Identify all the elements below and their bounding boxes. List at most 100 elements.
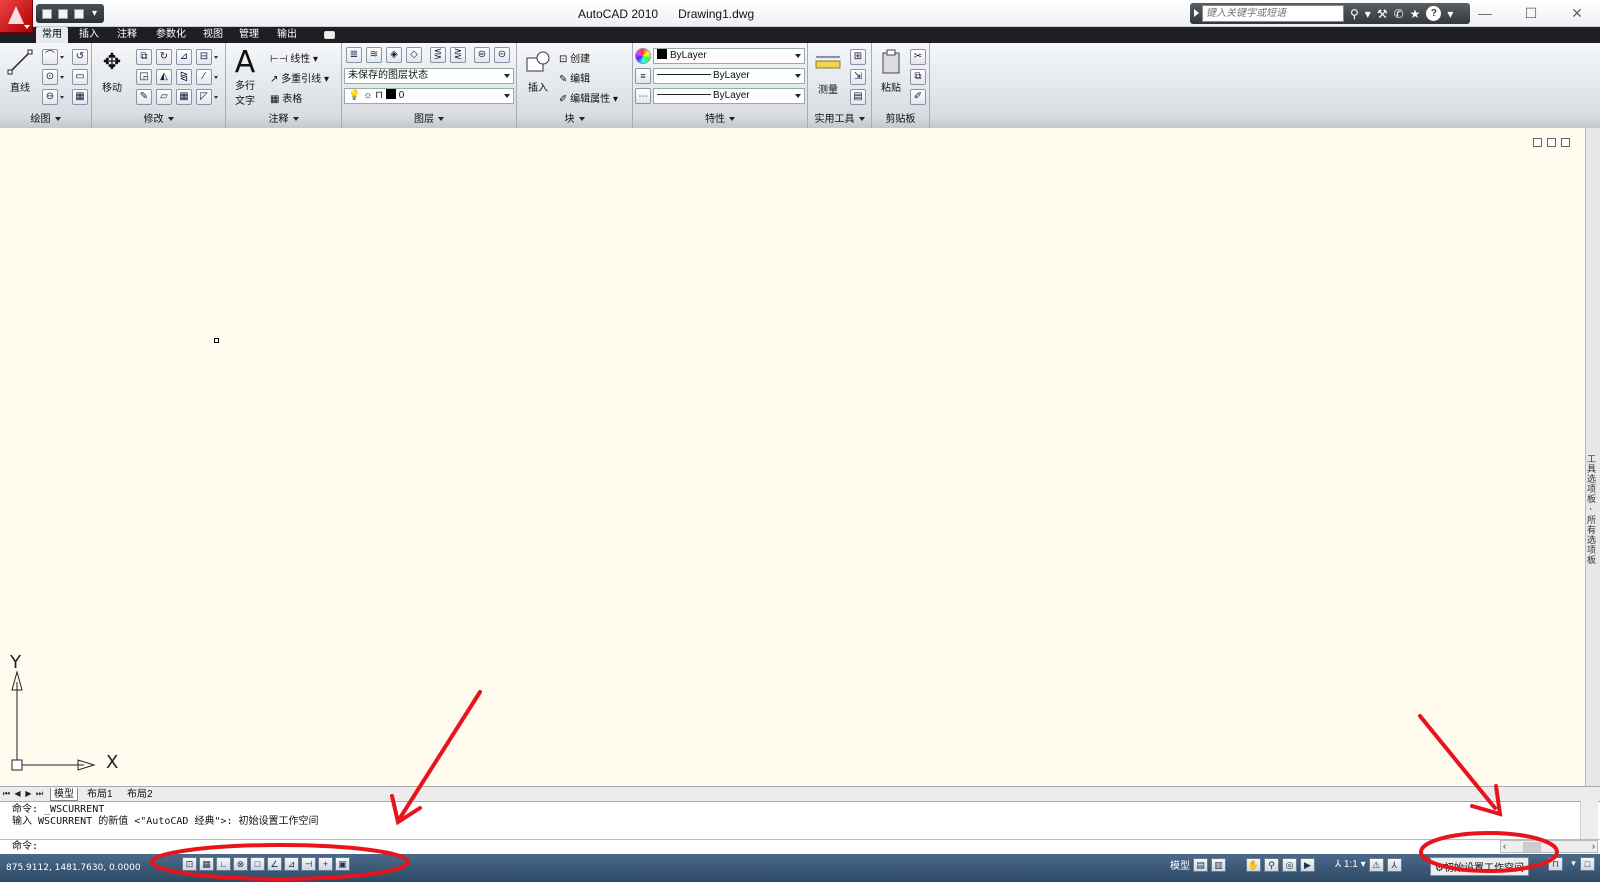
showmotion-button[interactable]: ▶ (1300, 857, 1315, 872)
rectangle-button[interactable]: ▭ (72, 69, 88, 85)
coordinate-readout[interactable]: 875.9112, 1481.7630, 0.0000 (6, 863, 141, 873)
scale-button[interactable]: ◲ (136, 69, 152, 85)
edit-attributes-button[interactable]: ✐ 编辑属性 ▾ (559, 90, 618, 105)
doc-close-button[interactable] (1561, 138, 1570, 147)
ortho-mode-button[interactable]: ∟ (216, 857, 231, 871)
favorites-star-icon[interactable]: ★ (1410, 7, 1421, 21)
color-combo[interactable]: ByLayer (653, 48, 805, 64)
doc-restore-button[interactable] (1547, 138, 1556, 147)
tab-parametric[interactable]: 参数化 (150, 27, 192, 43)
layer-properties-button[interactable]: ≣ (346, 47, 362, 63)
last-layout-button[interactable]: ⏭ (35, 789, 44, 799)
rotate-button[interactable]: ↻ (156, 49, 172, 65)
layer-off-button[interactable]: ⊝ (494, 47, 510, 63)
explode-button[interactable]: ⁄ (196, 69, 218, 85)
model-space-label[interactable]: 模型 (1170, 857, 1190, 872)
panel-draw-title[interactable]: 绘图 (0, 111, 91, 128)
close-button[interactable]: ✕ (1554, 0, 1600, 26)
auto-scale-button[interactable]: ⅄ (1386, 857, 1402, 872)
chevron-down-icon[interactable]: ▾ (1365, 7, 1371, 21)
workspace-switching-button[interactable]: ⚙初始设置工作空间 (1430, 857, 1529, 876)
cut-button[interactable]: ✂ (910, 49, 926, 65)
stretch-button[interactable]: ◭ (156, 69, 172, 85)
quick-properties-button[interactable]: ▣ (335, 857, 350, 871)
tab-home[interactable]: 常用 (36, 27, 68, 43)
color-wheel-icon[interactable] (635, 48, 651, 64)
command-history-scrollbar[interactable] (1580, 801, 1598, 839)
prev-layout-button[interactable]: ◀ (13, 789, 22, 799)
multiline-text-button[interactable]: A 多行 文字 (230, 45, 260, 108)
communication-center-icon[interactable]: ✆ (1394, 7, 1404, 21)
multileader-button[interactable]: ↗ 多重引线 ▾ (270, 70, 329, 85)
qat-dropdown-button[interactable]: ▾ (88, 8, 101, 20)
line-button[interactable]: 直线 (4, 47, 36, 94)
quick-view-drawings-button[interactable]: ▥ (1211, 857, 1226, 872)
expand-arrow-icon[interactable] (1194, 9, 1199, 17)
open-file-button[interactable] (56, 8, 69, 20)
tab-annotate[interactable]: 注释 (112, 27, 142, 43)
tab-output[interactable]: 输出 (272, 27, 302, 43)
select-similar-button[interactable]: ⇲ (850, 69, 866, 85)
layer-match-button[interactable]: ⋚ (430, 47, 446, 63)
create-block-button[interactable]: ⊡ 创建 (559, 50, 590, 65)
panel-properties-title[interactable]: 特性 (633, 111, 807, 128)
maximize-button[interactable]: ☐ (1508, 0, 1554, 26)
scroll-left-icon[interactable]: ‹ (1503, 841, 1506, 852)
layout-tab-layout2[interactable]: 布局2 (124, 788, 156, 801)
layout-tab-layout1[interactable]: 布局1 (84, 788, 116, 801)
layer-unisolate-button[interactable]: ◇ (406, 47, 422, 63)
panel-clipboard-title[interactable]: 剪贴板 (872, 111, 929, 128)
panel-layers-title[interactable]: 图层 (342, 111, 516, 128)
panel-modify-title[interactable]: 修改 (92, 111, 225, 128)
minimize-button[interactable]: — (1462, 0, 1508, 26)
next-layout-button[interactable]: ▶ (24, 789, 33, 799)
array-button[interactable]: ▦ (176, 89, 192, 105)
tool-palette-label[interactable]: 工具选项板 - 所有选项板 (1586, 454, 1598, 565)
linear-dimension-button[interactable]: ⊢⊣ 线性 ▾ (270, 50, 318, 65)
layer-state-button[interactable]: ≋ (366, 47, 382, 63)
copy-clip-button[interactable]: ⧉ (910, 69, 926, 85)
dynamic-input-button[interactable]: ⊣ (301, 857, 316, 871)
panel-block-title[interactable]: 块 (517, 111, 632, 128)
insert-block-button[interactable]: 插入 (521, 47, 555, 94)
polar-tracking-button[interactable]: ⊗ (233, 857, 248, 871)
search-input[interactable] (1202, 5, 1344, 22)
pan-button[interactable]: ✋ (1246, 857, 1261, 872)
mirror-button[interactable]: ⧎ (176, 69, 192, 85)
tab-view[interactable]: 视图 (198, 27, 228, 43)
application-menu-button[interactable] (0, 0, 33, 33)
plot-button[interactable] (72, 8, 85, 20)
steering-wheel-button[interactable]: ◎ (1282, 857, 1297, 872)
panel-utilities-title[interactable]: 实用工具 (808, 111, 871, 128)
hatch-button[interactable]: ▦ (72, 89, 88, 105)
circle-button[interactable]: ⊙ (42, 69, 64, 85)
lineweight-combo[interactable]: ByLayer (653, 88, 805, 104)
match-properties-button[interactable]: ✐ (910, 89, 926, 105)
erase-button[interactable]: ⊟ (196, 49, 218, 65)
chamfer-button[interactable]: ◸ (196, 89, 218, 105)
linetype-combo[interactable]: ByLayer (653, 68, 805, 84)
scroll-right-icon[interactable]: › (1592, 841, 1595, 852)
layer-isolate-button[interactable]: ◈ (386, 47, 402, 63)
command-input[interactable]: 命令: (0, 839, 1600, 854)
layer-combo[interactable]: 💡 ☼ ⊓ 0 (344, 88, 514, 104)
annotation-scale-label[interactable]: ⅄ 1:1 ▾ (1335, 859, 1366, 870)
quick-view-layouts-button[interactable]: ▤ (1193, 857, 1208, 872)
tab-manage[interactable]: 管理 (234, 27, 264, 43)
subscription-icon[interactable]: ⚒ (1377, 7, 1388, 21)
first-layout-button[interactable]: ⏮ (2, 789, 11, 799)
edit-block-button[interactable]: ✎ 编辑 (559, 70, 590, 85)
polyline-button[interactable]: ⌒ (42, 49, 64, 65)
layer-state-combo[interactable]: 未保存的图层状态 (344, 68, 514, 84)
grid-display-button[interactable]: ▦ (199, 857, 214, 871)
paste-button[interactable]: 粘贴 (876, 47, 906, 94)
doc-minimize-button[interactable] (1533, 138, 1542, 147)
ellipse-button[interactable]: ⊖ (42, 89, 64, 105)
ribbon-minimize-button[interactable] (324, 31, 335, 39)
panel-annotation-title[interactable]: 注释 (226, 111, 341, 128)
undo-arc-button[interactable]: ↺ (72, 49, 88, 65)
show-lineweight-button[interactable]: + (318, 857, 333, 871)
calculator-button[interactable]: ▤ (850, 89, 866, 105)
command-line-scrollbar[interactable]: ‹ › (1500, 840, 1598, 853)
binoculars-icon[interactable]: ⚲ (1350, 7, 1359, 21)
